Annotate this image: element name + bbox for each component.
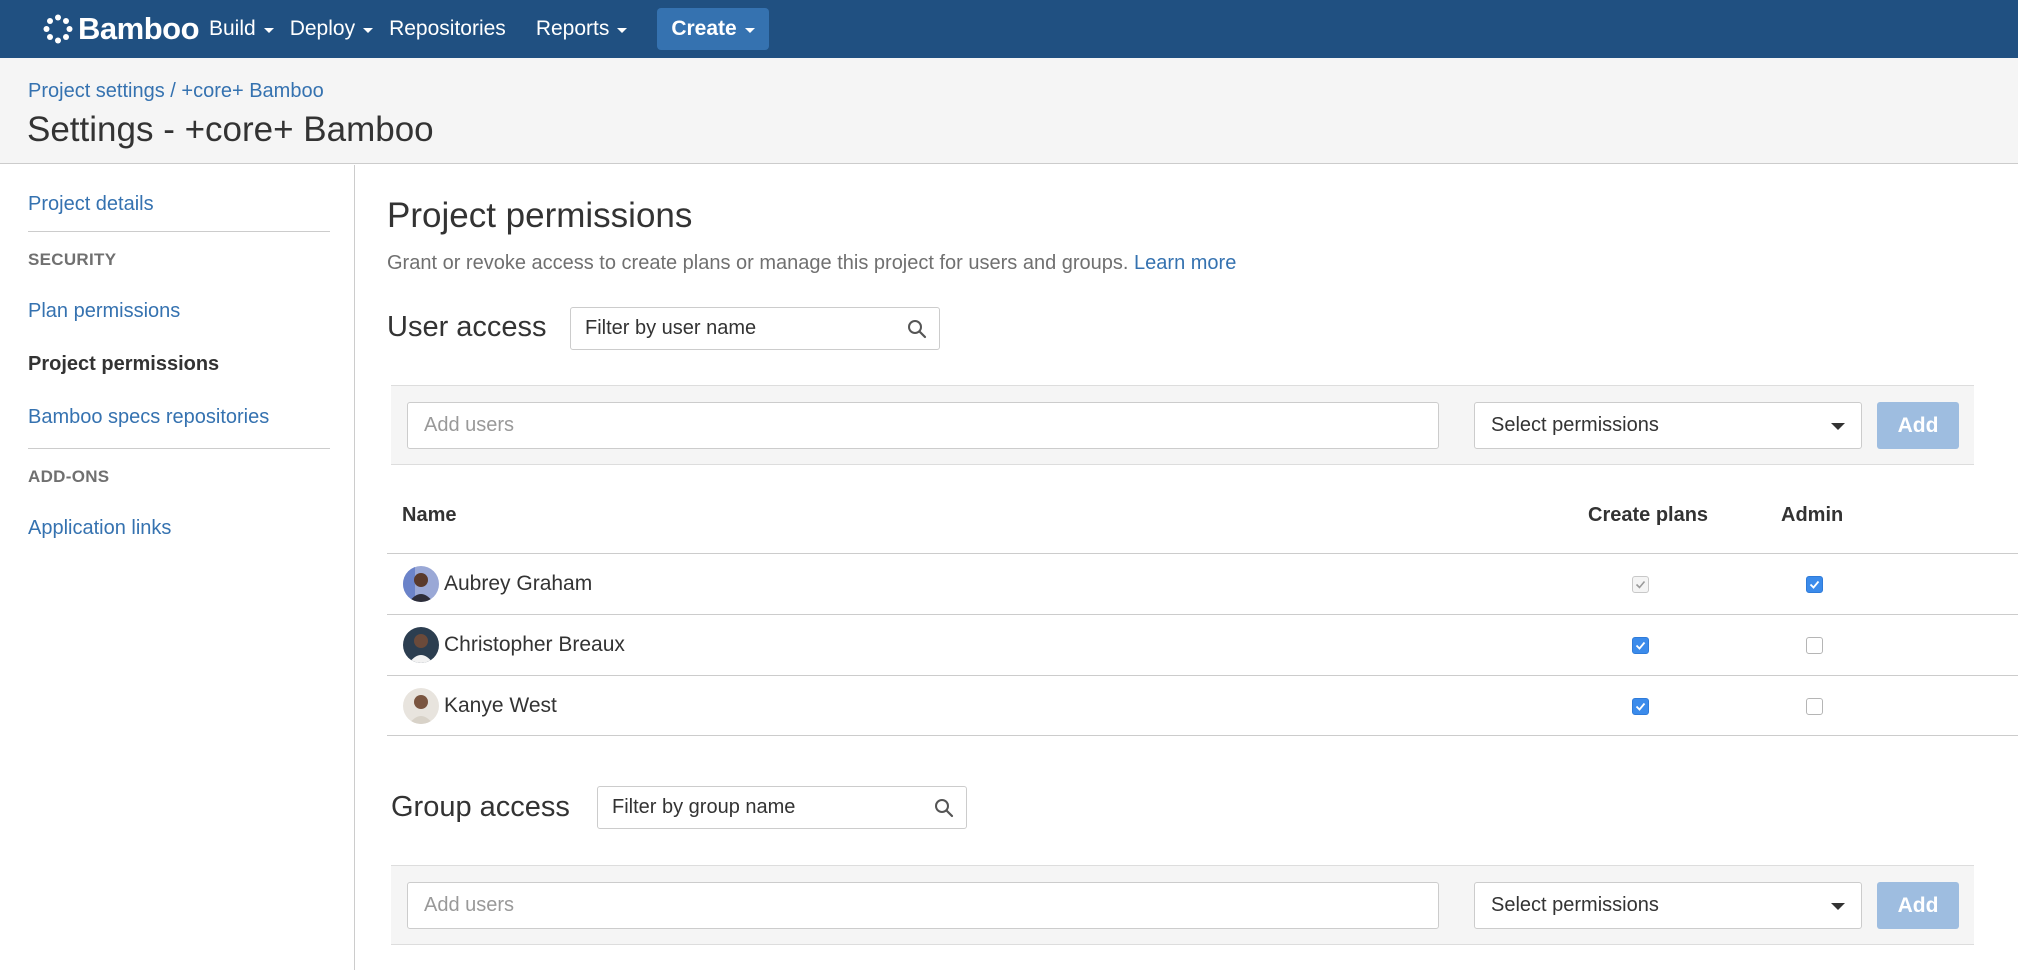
nav-repositories[interactable]: Repositories [389, 0, 506, 58]
add-button[interactable]: Add [1877, 402, 1959, 449]
select-permissions-dropdown[interactable]: Select permissions [1474, 402, 1862, 449]
nav-deploy[interactable]: Deploy [289, 0, 374, 58]
nav-build-label: Build [209, 17, 256, 40]
column-header-name: Name [402, 504, 457, 526]
description: Grant or revoke access to create plans o… [387, 252, 1236, 275]
column-header-admin: Admin [1781, 504, 1844, 526]
nav-build[interactable]: Build [209, 0, 274, 58]
user-name: Christopher Breaux [444, 633, 625, 656]
add-users-bar: Add users Select permissions Add [391, 385, 1974, 465]
user-name: Aubrey Graham [444, 572, 593, 595]
sidebar-item-plan-permissions[interactable]: Plan permissions [28, 300, 180, 323]
select-permissions-label: Select permissions [1491, 414, 1659, 436]
group-access-title: Group access [391, 791, 570, 823]
chevron-down-icon [363, 27, 374, 33]
sidebar-item-specs-repositories[interactable]: Bamboo specs repositories [28, 406, 269, 429]
sidebar: Project details SECURITY Plan permission… [0, 165, 355, 970]
avatar [403, 566, 439, 602]
select-group-permissions-dropdown[interactable]: Select permissions [1474, 882, 1862, 929]
chevron-down-icon [617, 27, 628, 33]
table-row: Aubrey Graham [387, 553, 2018, 614]
nav-repositories-label: Repositories [389, 17, 506, 40]
create-plans-checkbox[interactable] [1632, 637, 1649, 654]
create-plans-checkbox[interactable] [1632, 698, 1649, 715]
create-button[interactable]: Create [657, 8, 769, 50]
sidebar-heading-security: SECURITY [28, 250, 117, 269]
breadcrumb[interactable]: Project settings / +core+ Bamboo [28, 80, 324, 103]
learn-more-link[interactable]: Learn more [1134, 252, 1236, 274]
admin-checkbox[interactable] [1806, 698, 1823, 715]
table-row: Kanye West [387, 675, 2018, 736]
sidebar-divider [28, 448, 330, 449]
user-access-title: User access [387, 311, 547, 343]
sidebar-item-project-permissions[interactable]: Project permissions [28, 353, 219, 376]
add-group-button[interactable]: Add [1877, 882, 1959, 929]
group-filter-input[interactable]: Filter by group name [597, 786, 967, 829]
search-icon [908, 320, 927, 339]
page-title: Settings - +core+ Bamboo [27, 110, 434, 149]
add-users-input[interactable]: Add users [407, 402, 1439, 449]
bamboo-logo[interactable]: Bamboo [42, 11, 200, 47]
admin-checkbox[interactable] [1806, 637, 1823, 654]
chevron-down-icon [263, 27, 274, 33]
chevron-down-icon [744, 27, 755, 33]
sidebar-item-project-details[interactable]: Project details [28, 193, 154, 216]
sidebar-divider [28, 231, 330, 232]
add-groups-input[interactable]: Add users [407, 882, 1439, 929]
chevron-down-icon [1831, 423, 1845, 430]
chevron-down-icon [1831, 903, 1845, 910]
nav-deploy-label: Deploy [289, 17, 356, 40]
avatar [403, 688, 439, 724]
create-button-label: Create [671, 17, 737, 40]
avatar [403, 627, 439, 663]
user-filter-placeholder: Filter by user name [585, 317, 757, 339]
page-header: Project settings / +core+ Bamboo Setting… [0, 58, 2018, 164]
nav-reports-label: Reports [535, 17, 610, 40]
add-groups-placeholder: Add users [424, 894, 515, 916]
add-groups-bar: Add users Select permissions Add [391, 865, 1974, 945]
admin-checkbox[interactable] [1806, 576, 1823, 593]
user-filter-input[interactable]: Filter by user name [570, 307, 940, 350]
select-group-permissions-label: Select permissions [1491, 894, 1659, 916]
search-icon [935, 799, 954, 818]
create-plans-checkbox[interactable] [1632, 576, 1649, 593]
top-navigation: Bamboo Build Deploy Repositories Reports… [0, 0, 2018, 58]
sidebar-heading-addons: ADD-ONS [28, 467, 110, 486]
nav-reports[interactable]: Reports [536, 0, 628, 58]
user-name: Kanye West [444, 694, 557, 717]
column-header-create-plans: Create plans [1588, 504, 1709, 526]
group-filter-placeholder: Filter by group name [612, 796, 796, 818]
logo-text: Bamboo [78, 11, 200, 46]
sidebar-item-application-links[interactable]: Application links [28, 517, 171, 540]
table-row: Christopher Breaux [387, 614, 2018, 675]
description-text: Grant or revoke access to create plans o… [387, 252, 1129, 274]
section-title-project-permissions: Project permissions [387, 196, 693, 235]
add-users-placeholder: Add users [424, 414, 515, 436]
bamboo-logo-icon [43, 14, 73, 44]
